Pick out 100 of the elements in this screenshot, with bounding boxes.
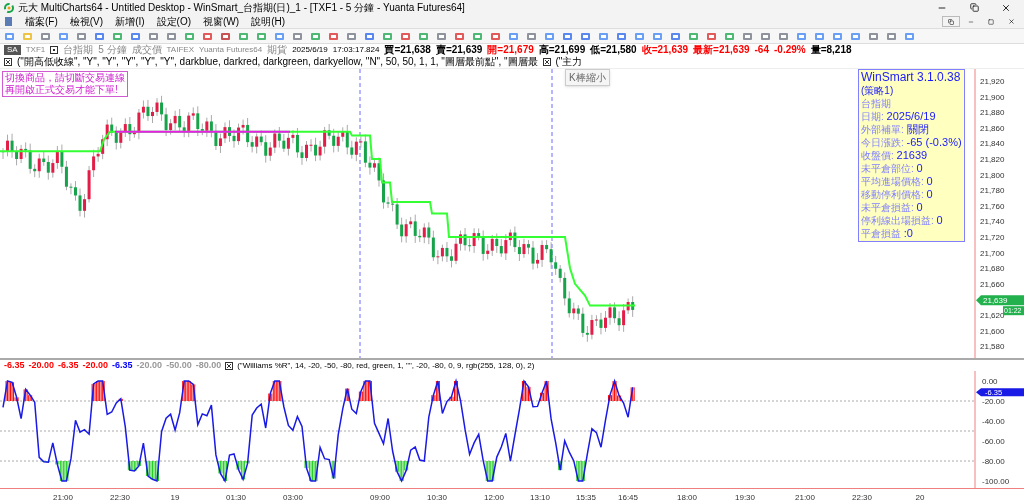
tool-icon[interactable]	[796, 30, 807, 42]
close-icon	[1001, 2, 1011, 13]
tool-icon[interactable]	[400, 30, 411, 42]
tool-icon[interactable]	[256, 30, 267, 42]
tool-icon[interactable]	[904, 30, 915, 42]
indicator-tick: -80.00	[982, 457, 1005, 466]
info-row-text: 收盤價: 21639	[861, 149, 929, 162]
tool-icon[interactable]	[346, 30, 357, 42]
time-tick: 18:00	[677, 493, 697, 502]
tool-icon[interactable]	[40, 30, 51, 42]
tool-icon[interactable]	[418, 30, 429, 42]
price-tick: 21,660	[980, 279, 1005, 289]
close-icon[interactable]	[225, 361, 234, 370]
tool-icon[interactable]	[544, 30, 555, 42]
quote-value: -64	[754, 45, 769, 55]
time-tick: 10:30	[427, 493, 447, 502]
tool-icon[interactable]	[526, 30, 537, 42]
info-product: 台指期	[861, 97, 892, 110]
tool-icon[interactable]	[202, 30, 213, 42]
tool-icon[interactable]	[580, 30, 591, 42]
menu-item[interactable]: 檔案(F)	[25, 16, 58, 27]
time-tick: 15:35	[576, 493, 596, 502]
tool-icon[interactable]	[238, 30, 249, 42]
tool-icon[interactable]	[760, 30, 771, 42]
study-label: ("開高低收線", "Y", "Y", "Y", "Y", "Y", darkblue, darkred, darkgreen, darkyellow, "N", 50, 50, 1, 1, "圖層最前點", "圖層最	[17, 57, 538, 67]
tool-icon[interactable]	[472, 30, 483, 42]
tool-icon[interactable]	[670, 30, 681, 42]
tool-icon[interactable]	[634, 30, 645, 42]
tool-icon[interactable]	[166, 30, 177, 42]
price-tick: 21,880	[980, 108, 1005, 118]
tool-icon[interactable]	[814, 30, 825, 42]
indicator-value: -20.00	[28, 361, 55, 370]
tool-icon[interactable]	[328, 30, 339, 42]
tool-icon[interactable]	[292, 30, 303, 42]
menu-item[interactable]: 設定(O)	[156, 16, 192, 27]
tool-icon[interactable]	[724, 30, 735, 42]
product-name: 台指期	[63, 45, 94, 55]
tool-icon[interactable]	[706, 30, 717, 42]
tool-icon[interactable]	[688, 30, 699, 42]
time-tick: 09:00	[370, 493, 390, 502]
app-logo-icon	[4, 2, 14, 13]
tool-icon[interactable]	[454, 30, 465, 42]
tool-icon[interactable]	[508, 30, 519, 42]
close-icon[interactable]	[4, 58, 12, 66]
tool-icon[interactable]	[220, 30, 231, 42]
time-tick: 01:30	[226, 493, 246, 502]
tool-icon[interactable]	[76, 30, 87, 42]
info-subtitle: (策略1)	[861, 84, 895, 97]
indicator-tick: -60.00	[982, 437, 1005, 446]
quote-value: 開=21,679	[487, 45, 534, 55]
tool-icon[interactable]	[886, 30, 897, 42]
tool-icon[interactable]	[598, 30, 609, 42]
tool-icon[interactable]	[148, 30, 159, 42]
info-row-text: 未平倉損益: 0	[861, 201, 924, 214]
tool-icon[interactable]	[616, 30, 627, 42]
tool-icon[interactable]	[652, 30, 663, 42]
menu-item[interactable]: 新增(I)	[115, 16, 145, 27]
menu-item[interactable]: 視窗(W)	[203, 16, 240, 27]
price-tick: 21,860	[980, 123, 1005, 133]
notice-box: 切換商品，請切斷交易連線 再開啟正式交易才能下單!	[2, 71, 128, 97]
price-tick: 21,760	[980, 201, 1005, 211]
tool-icon[interactable]	[490, 30, 501, 42]
feed-label: Yuanta Futures64	[199, 46, 263, 54]
tool-icon[interactable]	[184, 30, 195, 42]
subwindow-restore-button[interactable]	[942, 16, 960, 27]
menu-item[interactable]: 檢視(V)	[69, 16, 104, 27]
tool-icon[interactable]	[310, 30, 321, 42]
time-tick: 03:00	[283, 493, 303, 502]
tool-icon[interactable]	[364, 30, 375, 42]
tool-icon[interactable]	[868, 30, 879, 42]
tool-icon[interactable]	[58, 30, 69, 42]
study-label: ("主力	[555, 57, 583, 67]
exchange-label: TAIFEX	[166, 46, 194, 54]
tool-icon[interactable]	[562, 30, 573, 42]
tool-icon[interactable]	[382, 30, 393, 42]
menu-item[interactable]: 說明(H)	[251, 16, 286, 27]
tool-icon[interactable]	[274, 30, 285, 42]
tool-icon[interactable]	[778, 30, 789, 42]
maximize-icon	[988, 18, 994, 25]
indicator-value: -80.00	[195, 361, 222, 370]
price-tick: 21,900	[980, 92, 1005, 102]
mode-button[interactable]: SA	[4, 45, 21, 55]
price-type-label: 成交價	[131, 45, 162, 55]
close-icon[interactable]	[542, 58, 551, 66]
quote-value: 最新=21,639	[693, 45, 750, 55]
tool-icon[interactable]	[436, 30, 447, 42]
dropdown-icon[interactable]	[50, 46, 59, 54]
restore-icon	[948, 18, 954, 25]
tool-icon[interactable]	[4, 30, 15, 42]
info-row-text: 平倉損益 :0	[861, 227, 914, 240]
tool-icon[interactable]	[94, 30, 105, 42]
quote-value: 量=8,218	[810, 45, 852, 55]
indicator-label: ("Williams %R", 14, -20, -50, -80, red, green, 1, "", -20, -80, 0, 9, rgb(255, 128, 0), 2)	[237, 361, 535, 370]
tool-icon[interactable]	[130, 30, 141, 42]
tool-icon[interactable]	[112, 30, 123, 42]
tool-icon[interactable]	[832, 30, 843, 42]
price-tick: 21,840	[980, 139, 1005, 149]
tool-icon[interactable]	[850, 30, 861, 42]
tool-icon[interactable]	[742, 30, 753, 42]
indicator-value: -50.00	[166, 361, 192, 370]
